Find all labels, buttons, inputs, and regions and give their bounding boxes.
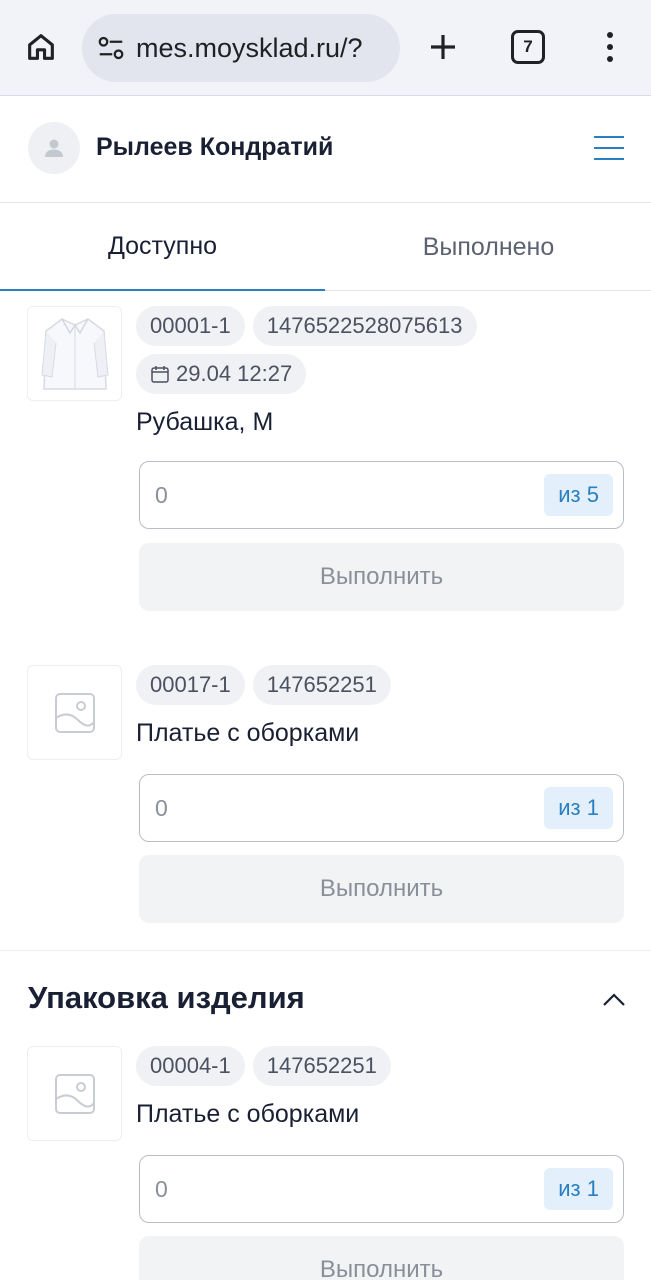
address-bar[interactable]: mes.moysklad.ru/? <box>82 14 400 82</box>
quantity-value: 0 <box>155 481 168 508</box>
item-chips: 00017-1 147652251 <box>136 665 626 705</box>
item-name: Платье с оборками <box>136 719 360 747</box>
chevron-up-icon[interactable] <box>598 985 630 1013</box>
app-header: Рылеев Кондратий <box>0 97 651 203</box>
url-text: mes.moysklad.ru/? <box>136 32 363 63</box>
more-vert-icon[interactable] <box>592 24 628 70</box>
tabs-icon[interactable]: 7 <box>511 30 545 64</box>
quantity-input[interactable]: 0 из 5 <box>139 461 624 529</box>
quantity-total-badge: из 1 <box>544 1168 613 1210</box>
section-divider <box>0 950 651 951</box>
avatar-icon[interactable] <box>28 122 80 174</box>
quantity-total-badge: из 5 <box>544 474 613 516</box>
shirt-image <box>40 317 109 390</box>
complete-button[interactable]: Выполнить <box>139 1236 624 1280</box>
item-chips: 00001-1 1476522528075613 29.04 12:27 <box>136 306 626 394</box>
calendar-icon <box>151 366 169 383</box>
item-chips: 00004-1 147652251 <box>136 1046 626 1086</box>
date-text: 29.04 12:27 <box>176 361 293 386</box>
item-code-chip: 00001-1 <box>136 306 245 346</box>
date-chip: 29.04 12:27 <box>136 354 307 394</box>
complete-button[interactable]: Выполнить <box>139 543 624 611</box>
tune-icon[interactable] <box>96 33 126 63</box>
item-name: Платье с оборками <box>136 1100 360 1128</box>
plus-icon[interactable] <box>420 24 466 70</box>
image-placeholder-icon <box>27 665 122 760</box>
tab-available[interactable]: Доступно <box>0 203 325 291</box>
quantity-value: 0 <box>155 1175 168 1202</box>
quantity-total-badge: из 1 <box>544 787 613 829</box>
tab-count: 7 <box>523 37 533 56</box>
tab-done[interactable]: Выполнено <box>326 203 651 291</box>
user-name: Рылеев Кондратий <box>96 133 334 161</box>
item-code-chip: 00004-1 <box>136 1046 245 1086</box>
item-code-chip: 00017-1 <box>136 665 245 705</box>
image-placeholder-icon <box>27 1046 122 1141</box>
section-title: Упаковка изделия <box>28 980 305 1015</box>
burger-menu-icon[interactable] <box>594 136 624 160</box>
browser-toolbar: mes.moysklad.ru/? 7 <box>0 0 651 96</box>
barcode-chip: 1476522528075613 <box>252 306 477 346</box>
quantity-input[interactable]: 0 из 1 <box>139 1155 624 1223</box>
tab-bar: Доступно Выполнено <box>0 203 651 291</box>
barcode-chip: 147652251 <box>252 665 391 705</box>
product-image <box>27 306 122 401</box>
item-name: Рубашка, M <box>136 408 274 436</box>
quantity-value: 0 <box>155 794 168 821</box>
home-icon[interactable] <box>18 24 64 70</box>
quantity-input[interactable]: 0 из 1 <box>139 774 624 842</box>
barcode-chip: 147652251 <box>252 1046 391 1086</box>
complete-button[interactable]: Выполнить <box>139 855 624 923</box>
